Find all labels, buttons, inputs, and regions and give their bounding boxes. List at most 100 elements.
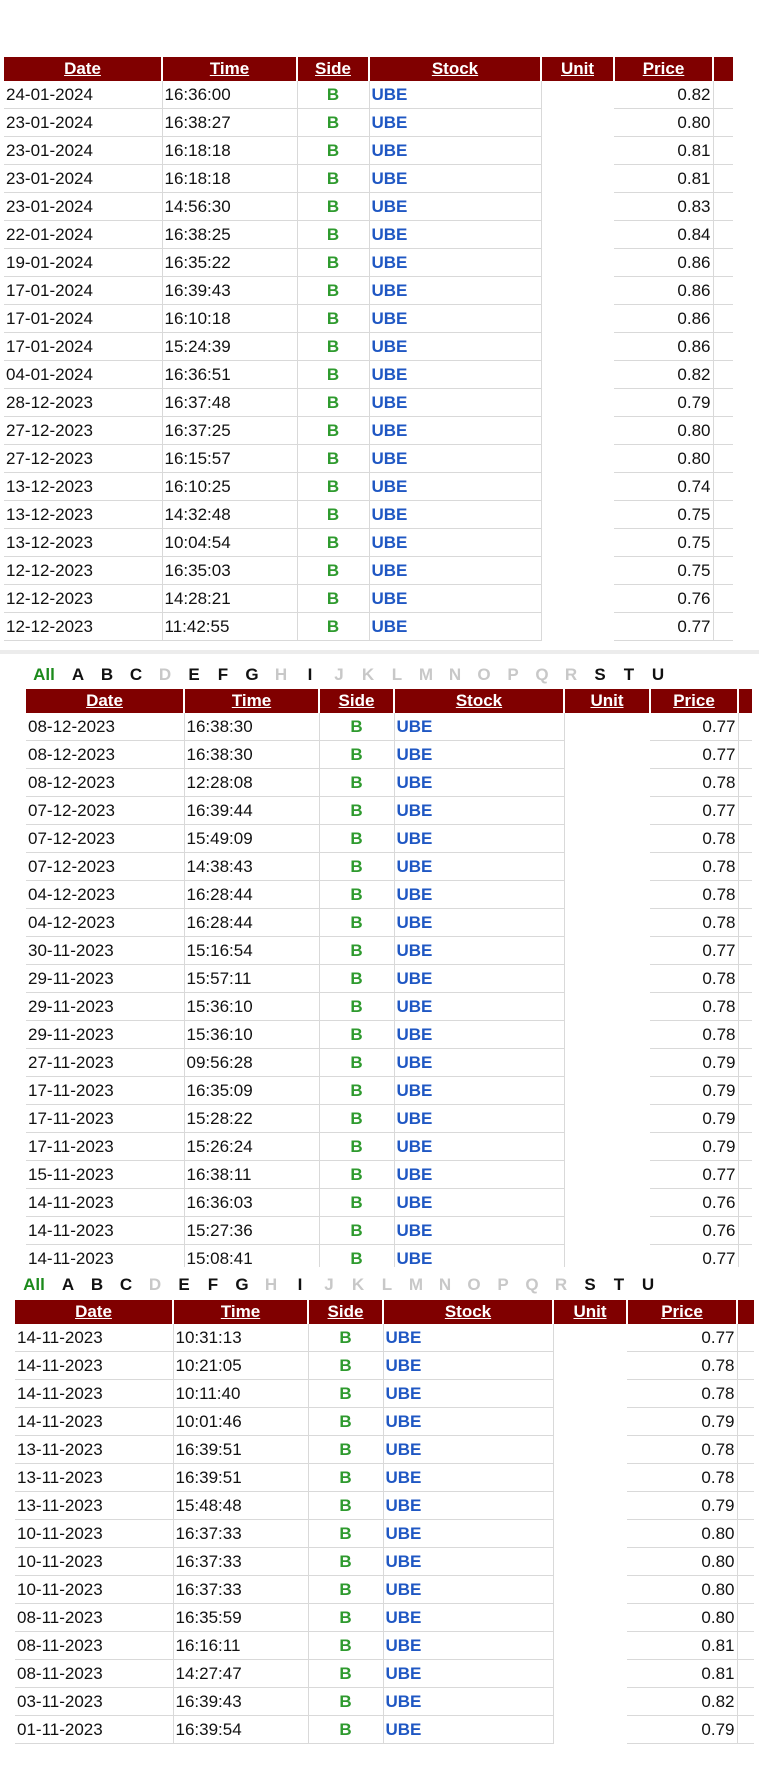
stock-link[interactable]: UBE: [369, 81, 542, 109]
stock-link[interactable]: UBE: [394, 824, 565, 853]
alphabet-filter-c[interactable]: C: [116, 1275, 136, 1295]
trade-side: B: [308, 1631, 384, 1660]
stock-link[interactable]: UBE: [394, 1244, 565, 1267]
stock-link[interactable]: UBE: [394, 713, 565, 741]
alphabet-filter-t[interactable]: T: [619, 665, 639, 685]
date-header[interactable]: Date: [15, 1300, 174, 1324]
alphabet-filter-f[interactable]: F: [213, 665, 233, 685]
stock-link[interactable]: UBE: [369, 276, 542, 305]
alphabet-filter-i[interactable]: I: [290, 1275, 310, 1295]
stock-link[interactable]: UBE: [383, 1519, 554, 1548]
price-header[interactable]: Price: [614, 57, 714, 81]
stock-link[interactable]: UBE: [394, 1104, 565, 1133]
stock-link[interactable]: UBE: [394, 992, 565, 1021]
stock-link[interactable]: UBE: [369, 220, 542, 249]
stock-link[interactable]: UBE: [394, 796, 565, 825]
alphabet-filter-f[interactable]: F: [203, 1275, 223, 1295]
stock-link[interactable]: UBE: [394, 740, 565, 769]
stock-link[interactable]: UBE: [383, 1575, 554, 1604]
alphabet-filter-e[interactable]: E: [184, 665, 204, 685]
stock-link[interactable]: UBE: [394, 1188, 565, 1217]
stock-link[interactable]: UBE: [394, 1076, 565, 1105]
stock-link[interactable]: UBE: [369, 416, 542, 445]
stock-link[interactable]: UBE: [383, 1491, 554, 1520]
trade-price: 0.82: [614, 360, 714, 389]
price-header[interactable]: Price: [627, 1300, 738, 1324]
alphabet-filter-i[interactable]: I: [300, 665, 320, 685]
table-row: 28-12-2023 16:37:48 B UBE 0.79: [4, 388, 733, 417]
stock-link[interactable]: UBE: [369, 108, 542, 137]
alphabet-filter-a[interactable]: A: [58, 1275, 78, 1295]
stock-link[interactable]: UBE: [383, 1324, 554, 1352]
alphabet-filter-e[interactable]: E: [174, 1275, 194, 1295]
side-header[interactable]: Side: [297, 57, 370, 81]
unit-header[interactable]: Unit: [541, 57, 615, 81]
stock-header[interactable]: Stock: [394, 689, 565, 713]
unit-header[interactable]: Unit: [564, 689, 651, 713]
stock-link[interactable]: UBE: [394, 1020, 565, 1049]
stock-link[interactable]: UBE: [369, 556, 542, 585]
side-header[interactable]: Side: [319, 689, 395, 713]
alphabet-filter-all[interactable]: All: [20, 1275, 48, 1295]
stock-link[interactable]: UBE: [369, 472, 542, 501]
alphabet-filter-s[interactable]: S: [580, 1275, 600, 1295]
alphabet-filter-g[interactable]: G: [232, 1275, 252, 1295]
stock-link[interactable]: UBE: [369, 332, 542, 361]
stock-link[interactable]: UBE: [369, 304, 542, 333]
alphabet-filter-t[interactable]: T: [609, 1275, 629, 1295]
stock-link[interactable]: UBE: [394, 964, 565, 993]
stock-link[interactable]: UBE: [369, 444, 542, 473]
stock-link[interactable]: UBE: [394, 1132, 565, 1161]
alphabet-filter-c[interactable]: C: [126, 665, 146, 685]
stock-link[interactable]: UBE: [369, 164, 542, 193]
stock-link[interactable]: UBE: [383, 1463, 554, 1492]
alphabet-filter-g[interactable]: G: [242, 665, 262, 685]
stock-link[interactable]: UBE: [383, 1351, 554, 1380]
stock-link[interactable]: UBE: [369, 248, 542, 277]
stock-link[interactable]: UBE: [383, 1547, 554, 1576]
stock-link[interactable]: UBE: [369, 612, 542, 641]
stock-link[interactable]: UBE: [383, 1379, 554, 1408]
trade-price: 0.79: [627, 1407, 738, 1436]
side-header[interactable]: Side: [308, 1300, 384, 1324]
stock-link[interactable]: UBE: [394, 768, 565, 797]
stock-link[interactable]: UBE: [369, 360, 542, 389]
stock-link[interactable]: UBE: [369, 528, 542, 557]
stock-link[interactable]: UBE: [383, 1631, 554, 1660]
stock-link[interactable]: UBE: [394, 852, 565, 881]
trade-unit: [541, 81, 614, 109]
price-header[interactable]: Price: [650, 689, 739, 713]
alphabet-filter-s[interactable]: S: [590, 665, 610, 685]
stock-link[interactable]: UBE: [383, 1435, 554, 1464]
stock-header[interactable]: Stock: [383, 1300, 554, 1324]
alphabet-filter-b[interactable]: B: [97, 665, 117, 685]
date-header[interactable]: Date: [4, 57, 163, 81]
alphabet-filter-u[interactable]: U: [648, 665, 668, 685]
stock-link[interactable]: UBE: [394, 936, 565, 965]
alphabet-filter-a[interactable]: A: [68, 665, 88, 685]
stock-link[interactable]: UBE: [383, 1687, 554, 1716]
stock-link[interactable]: UBE: [394, 1160, 565, 1189]
table-row: 08-11-2023 16:35:59 B UBE 0.80: [15, 1603, 754, 1632]
stock-link[interactable]: UBE: [369, 584, 542, 613]
stock-link[interactable]: UBE: [383, 1603, 554, 1632]
date-header[interactable]: Date: [26, 689, 185, 713]
alphabet-filter-u[interactable]: U: [638, 1275, 658, 1295]
unit-header[interactable]: Unit: [553, 1300, 628, 1324]
stock-link[interactable]: UBE: [369, 500, 542, 529]
stock-link[interactable]: UBE: [369, 192, 542, 221]
stock-header[interactable]: Stock: [369, 57, 542, 81]
stock-link[interactable]: UBE: [394, 1216, 565, 1245]
stock-link[interactable]: UBE: [369, 388, 542, 417]
trade-time: 16:39:54: [173, 1715, 309, 1744]
stock-link[interactable]: UBE: [383, 1715, 554, 1744]
stock-link[interactable]: UBE: [394, 1048, 565, 1077]
stock-link[interactable]: UBE: [383, 1659, 554, 1688]
stock-link[interactable]: UBE: [394, 908, 565, 937]
stock-link[interactable]: UBE: [369, 136, 542, 165]
alphabet-filter-b[interactable]: B: [87, 1275, 107, 1295]
alphabet-filter-all[interactable]: All: [30, 665, 58, 685]
stock-link[interactable]: UBE: [383, 1407, 554, 1436]
trade-unit: [553, 1408, 627, 1436]
stock-link[interactable]: UBE: [394, 880, 565, 909]
